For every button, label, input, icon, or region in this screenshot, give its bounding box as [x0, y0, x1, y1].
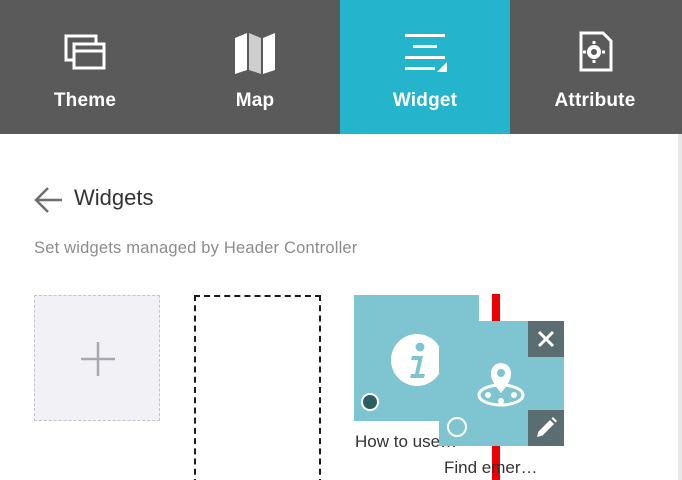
- close-button[interactable]: [528, 321, 564, 357]
- pencil-icon: [537, 417, 557, 437]
- tab-label: Map: [235, 90, 275, 111]
- attribute-icon: [579, 31, 613, 72]
- location-pin-icon: [477, 363, 525, 407]
- add-widget-button[interactable]: [34, 295, 160, 421]
- plus-icon: [81, 342, 115, 376]
- info-icon: [391, 334, 443, 386]
- tab-theme[interactable]: Theme: [0, 0, 170, 134]
- edit-button[interactable]: [528, 410, 564, 446]
- widget-icon: [405, 34, 447, 72]
- panel-edge: [678, 134, 682, 480]
- tab-widget[interactable]: Widget: [340, 0, 510, 134]
- tab-label: Widget: [392, 90, 458, 111]
- tab-map[interactable]: Map: [170, 0, 340, 134]
- theme-icon: [64, 34, 106, 70]
- tab-bar: Theme Map Widget Attribute: [0, 0, 682, 134]
- map-icon: [235, 33, 275, 74]
- arrow-left-icon[interactable]: [32, 184, 64, 216]
- widget-label: Find emer…: [444, 458, 538, 477]
- widget-drop-placeholder: [194, 295, 321, 480]
- tab-label: Theme: [53, 90, 117, 111]
- widget-tile-find-emer[interactable]: [439, 321, 564, 446]
- tab-label: Attribute: [554, 90, 636, 111]
- widget-select-radio[interactable]: [447, 417, 467, 437]
- widget-select-radio[interactable]: [361, 393, 379, 411]
- tab-attribute[interactable]: Attribute: [510, 0, 680, 134]
- close-icon: [537, 330, 555, 348]
- page-subtitle: Set widgets managed by Header Controller: [34, 239, 358, 257]
- page-title: Widgets: [74, 185, 154, 210]
